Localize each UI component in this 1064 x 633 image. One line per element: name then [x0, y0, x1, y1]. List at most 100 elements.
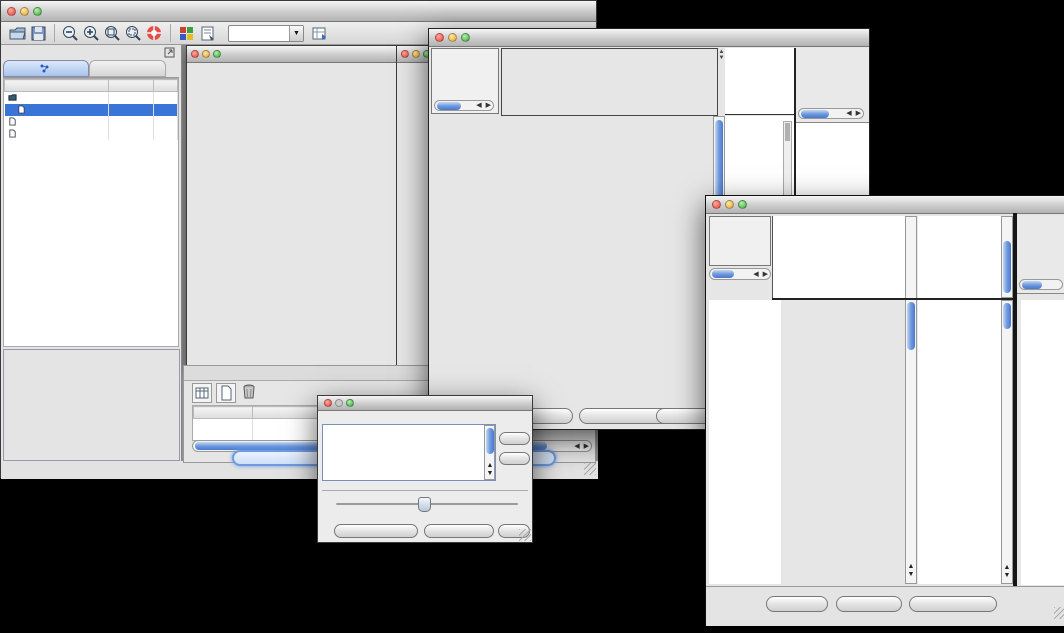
treeview2-titlebar[interactable] — [706, 196, 1064, 214]
speed-slider-thumb[interactable] — [418, 497, 431, 512]
scroll-left-icon[interactable]: ◀ — [572, 443, 581, 450]
scroll-arrows[interactable]: ▲▼ — [1002, 564, 1012, 580]
tv1-row-dendrogram[interactable] — [431, 116, 501, 397]
zoom-out-icon[interactable] — [61, 24, 80, 43]
tv1-row-labels — [796, 123, 869, 127]
minimize-icon[interactable] — [725, 200, 734, 209]
search-dropdown-icon[interactable]: ▼ — [289, 26, 303, 41]
save-icon[interactable] — [29, 24, 48, 43]
tv2-labels-vscrollbar[interactable] — [1001, 216, 1013, 298]
toolbar-separator — [54, 24, 55, 42]
network-graph-canvas[interactable] — [188, 64, 395, 367]
scroll-right-icon[interactable]: ▶ — [761, 271, 770, 278]
minimize-icon[interactable] — [448, 33, 457, 42]
tab-overflow-icon[interactable] — [166, 60, 179, 77]
window-controls[interactable] — [7, 7, 42, 16]
scroll-arrows[interactable]: ▲▼ — [485, 462, 495, 478]
treeview1-titlebar[interactable] — [429, 29, 869, 47]
close-icon[interactable] — [712, 200, 721, 209]
close-icon[interactable] — [191, 50, 199, 58]
close-icon[interactable] — [435, 33, 444, 42]
animate-vizmap-button[interactable] — [334, 524, 418, 538]
tab-network[interactable] — [3, 60, 89, 77]
close-icon[interactable] — [324, 399, 332, 407]
close-icon[interactable] — [7, 7, 16, 16]
scroll-left-icon[interactable]: ◀ — [474, 102, 483, 109]
new-attribute-icon[interactable] — [216, 383, 236, 403]
tv1-heatmap[interactable] — [503, 116, 712, 397]
minimize-icon[interactable] — [335, 399, 343, 407]
tv2-zoom-pane — [918, 300, 1001, 584]
minimize-icon[interactable] — [20, 7, 29, 16]
scrollbar-thumb[interactable] — [1003, 241, 1011, 293]
zoom-in-icon[interactable] — [82, 24, 101, 43]
network-row-combined-sco-selected[interactable] — [5, 104, 178, 116]
resize-grip[interactable] — [519, 529, 531, 541]
resize-grip[interactable] — [584, 463, 596, 475]
search-input[interactable]: ▼ — [228, 25, 304, 42]
tv2-hints-scrollbar[interactable] — [1019, 279, 1063, 290]
tv1-hints-scrollbar[interactable]: ◀▶ — [798, 108, 864, 119]
move-down-button[interactable] — [499, 452, 530, 465]
tv1-mini-arrows[interactable]: ▲▼ — [718, 49, 725, 61]
move-up-button[interactable] — [499, 432, 530, 445]
zoom-icon[interactable] — [346, 399, 354, 407]
attribute-table-icon[interactable] — [192, 383, 212, 403]
zoom-selected-icon[interactable] — [124, 24, 143, 43]
scroll-right-icon[interactable]: ▶ — [582, 443, 591, 450]
scrollbar-thumb[interactable] — [1003, 303, 1011, 329]
open-file-icon[interactable] — [8, 24, 27, 43]
tv2-zoom-vscrollbar[interactable]: ▲▼ — [1001, 300, 1013, 584]
create-vizmap-button[interactable] — [424, 524, 494, 538]
scrollbar-thumb[interactable] — [907, 302, 915, 350]
zoom-icon[interactable] — [213, 50, 221, 58]
minimize-icon[interactable] — [202, 50, 210, 58]
scroll-left-icon[interactable]: ◀ — [751, 271, 760, 278]
network-view-titlebar[interactable] — [187, 46, 396, 63]
toolbar-separator2 — [170, 24, 171, 42]
tv2-main-vscrollbar[interactable]: ▲▼ — [905, 216, 917, 584]
tv1-column-dendrogram[interactable] — [501, 48, 718, 116]
tv2-settings-button[interactable] — [766, 596, 828, 612]
network-row-dna-tran[interactable] — [5, 116, 178, 128]
tab-vizmapper[interactable] — [89, 60, 166, 77]
scroll-right-icon[interactable]: ▶ — [854, 110, 863, 117]
tv2-heatmap[interactable] — [781, 300, 905, 584]
close-icon[interactable] — [401, 50, 409, 58]
zoom-icon[interactable] — [738, 200, 747, 209]
scroll-left-icon[interactable]: ◀ — [844, 110, 853, 117]
birdseye-view[interactable] — [3, 349, 180, 461]
vizmapper-icon[interactable] — [177, 24, 196, 43]
map-colors-dialog: ▲▼ — [317, 395, 533, 543]
float-panel-icon[interactable] — [164, 47, 175, 58]
resize-grip[interactable] — [1054, 607, 1064, 619]
tv1-usage-hints: ◀▶ — [796, 48, 869, 123]
tv2-save-data-button[interactable] — [836, 596, 902, 612]
tv1-status-scrollbar[interactable]: ◀▶ — [434, 100, 494, 111]
main-titlebar[interactable] — [1, 1, 596, 22]
annotation-icon[interactable] — [198, 24, 217, 43]
tv2-zoom-heatmap[interactable] — [922, 302, 998, 578]
network-row-combined-scores[interactable] — [5, 92, 178, 105]
attribute-list-scrollbar[interactable]: ▲▼ — [484, 425, 495, 480]
scroll-right-icon[interactable]: ▶ — [484, 102, 493, 109]
tv2-export-graphics-button[interactable] — [909, 596, 997, 612]
zoom-fit-icon[interactable] — [103, 24, 122, 43]
minimize-icon[interactable] — [412, 50, 420, 58]
zoom-icon[interactable] — [461, 33, 470, 42]
desktop: ▼ — [0, 0, 1064, 633]
control-panel — [1, 45, 182, 461]
scrollbar-thumb[interactable] — [486, 428, 494, 454]
network-table-header[interactable] — [5, 80, 178, 92]
dialog-titlebar[interactable] — [318, 396, 532, 411]
help-lifesaver-icon[interactable] — [145, 24, 164, 43]
import-table-icon[interactable] — [310, 24, 329, 43]
scroll-arrows[interactable]: ▲▼ — [906, 563, 916, 579]
delete-attribute-icon[interactable] — [240, 383, 258, 401]
tv2-row-dendrogram[interactable] — [709, 300, 781, 584]
tv1-mini-heatmap[interactable] — [731, 121, 779, 169]
zoom-icon[interactable] — [33, 7, 42, 16]
tv2-status-scrollbar[interactable]: ◀▶ — [709, 268, 771, 280]
attribute-list[interactable]: ▲▼ — [322, 424, 496, 481]
network-row-rnapuber[interactable] — [5, 128, 178, 140]
